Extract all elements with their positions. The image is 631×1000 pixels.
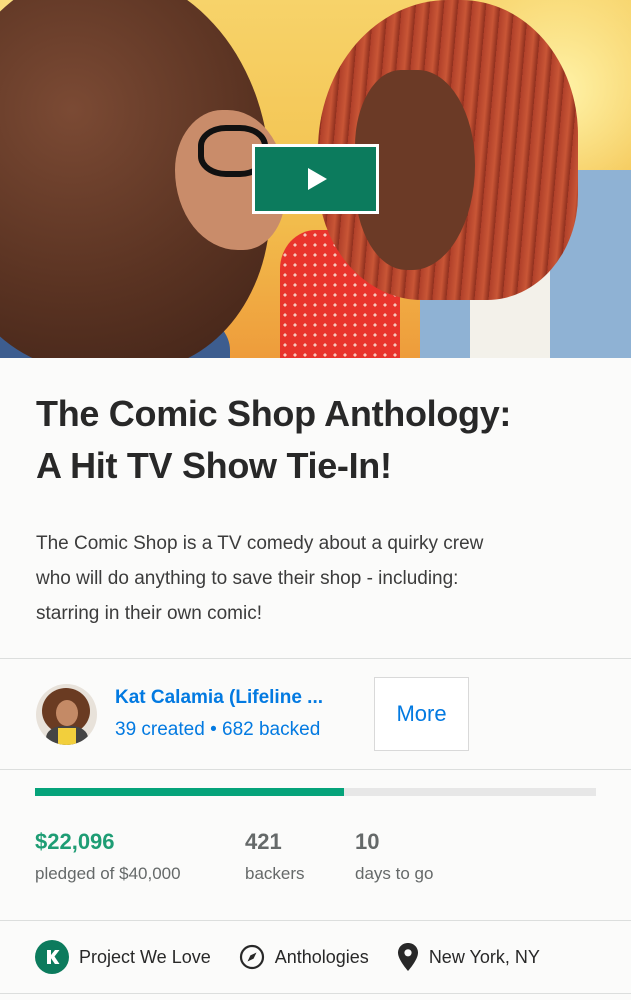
- compass-icon: [239, 944, 265, 970]
- stat-backers: 421 backers: [245, 828, 355, 884]
- tag-project-we-love-label: Project We Love: [79, 946, 211, 967]
- project-title-line-2: A Hit TV Show Tie-In!: [36, 445, 392, 486]
- funding-stats: $22,096 pledged of $40,000 421 backers 1…: [35, 828, 596, 884]
- days-label: days to go: [355, 864, 434, 883]
- creator-stats[interactable]: 39 created • 682 backed: [115, 719, 360, 741]
- creator-created-count[interactable]: 39 created: [115, 719, 205, 740]
- funding-progress-bar: [35, 788, 596, 796]
- divider: [0, 993, 631, 994]
- creator-backed-count[interactable]: 682 backed: [222, 719, 320, 740]
- project-tags: Project We Love Anthologies New York, NY: [0, 921, 631, 993]
- location-pin-icon: [397, 942, 419, 972]
- project-blurb-line-2: who will do anything to save their shop …: [36, 568, 459, 589]
- project-blurb-line-1: The Comic Shop is a TV comedy about a qu…: [36, 533, 484, 554]
- tag-category-label: Anthologies: [274, 946, 369, 967]
- project-title: The Comic Shop Anthology: A Hit TV Show …: [36, 388, 595, 492]
- creator-avatar[interactable]: [36, 683, 97, 745]
- project-blurb: The Comic Shop is a TV comedy about a qu…: [36, 526, 595, 631]
- creator-more-button[interactable]: More: [374, 677, 469, 751]
- project-header: The Comic Shop Anthology: A Hit TV Show …: [0, 358, 631, 631]
- funding-progress-fill: [35, 788, 344, 796]
- backers-label: backers: [245, 864, 305, 883]
- tag-project-we-love[interactable]: Project We Love: [35, 940, 211, 974]
- funding-section: $22,096 pledged of $40,000 421 backers 1…: [0, 770, 631, 920]
- kickstarter-k-icon: [35, 940, 69, 974]
- avatar-shirt: [58, 727, 76, 745]
- tag-category[interactable]: Anthologies: [239, 944, 369, 970]
- pledged-goal-label: pledged of $40,000: [35, 864, 181, 883]
- stat-days: 10 days to go: [355, 828, 433, 884]
- creator-name-link[interactable]: Kat Calamia (Lifeline ...: [115, 687, 360, 709]
- creator-section: Kat Calamia (Lifeline ... 39 created • 6…: [0, 659, 631, 769]
- avatar-face: [56, 699, 78, 726]
- tag-location-label: New York, NY: [428, 946, 540, 967]
- project-blurb-line-3: starring in their own comic!: [36, 603, 262, 624]
- pledged-amount: $22,096: [35, 829, 115, 854]
- project-title-line-1: The Comic Shop Anthology:: [36, 393, 512, 434]
- project-video-hero[interactable]: [0, 0, 631, 358]
- backers-count: 421: [245, 829, 282, 854]
- play-icon: [308, 168, 327, 190]
- play-video-button[interactable]: [252, 144, 379, 214]
- creator-info: Kat Calamia (Lifeline ... 39 created • 6…: [115, 687, 360, 741]
- days-count: 10: [355, 829, 380, 854]
- creator-stats-separator: •: [210, 719, 217, 740]
- stat-pledged: $22,096 pledged of $40,000: [35, 828, 245, 884]
- tag-location[interactable]: New York, NY: [397, 942, 540, 972]
